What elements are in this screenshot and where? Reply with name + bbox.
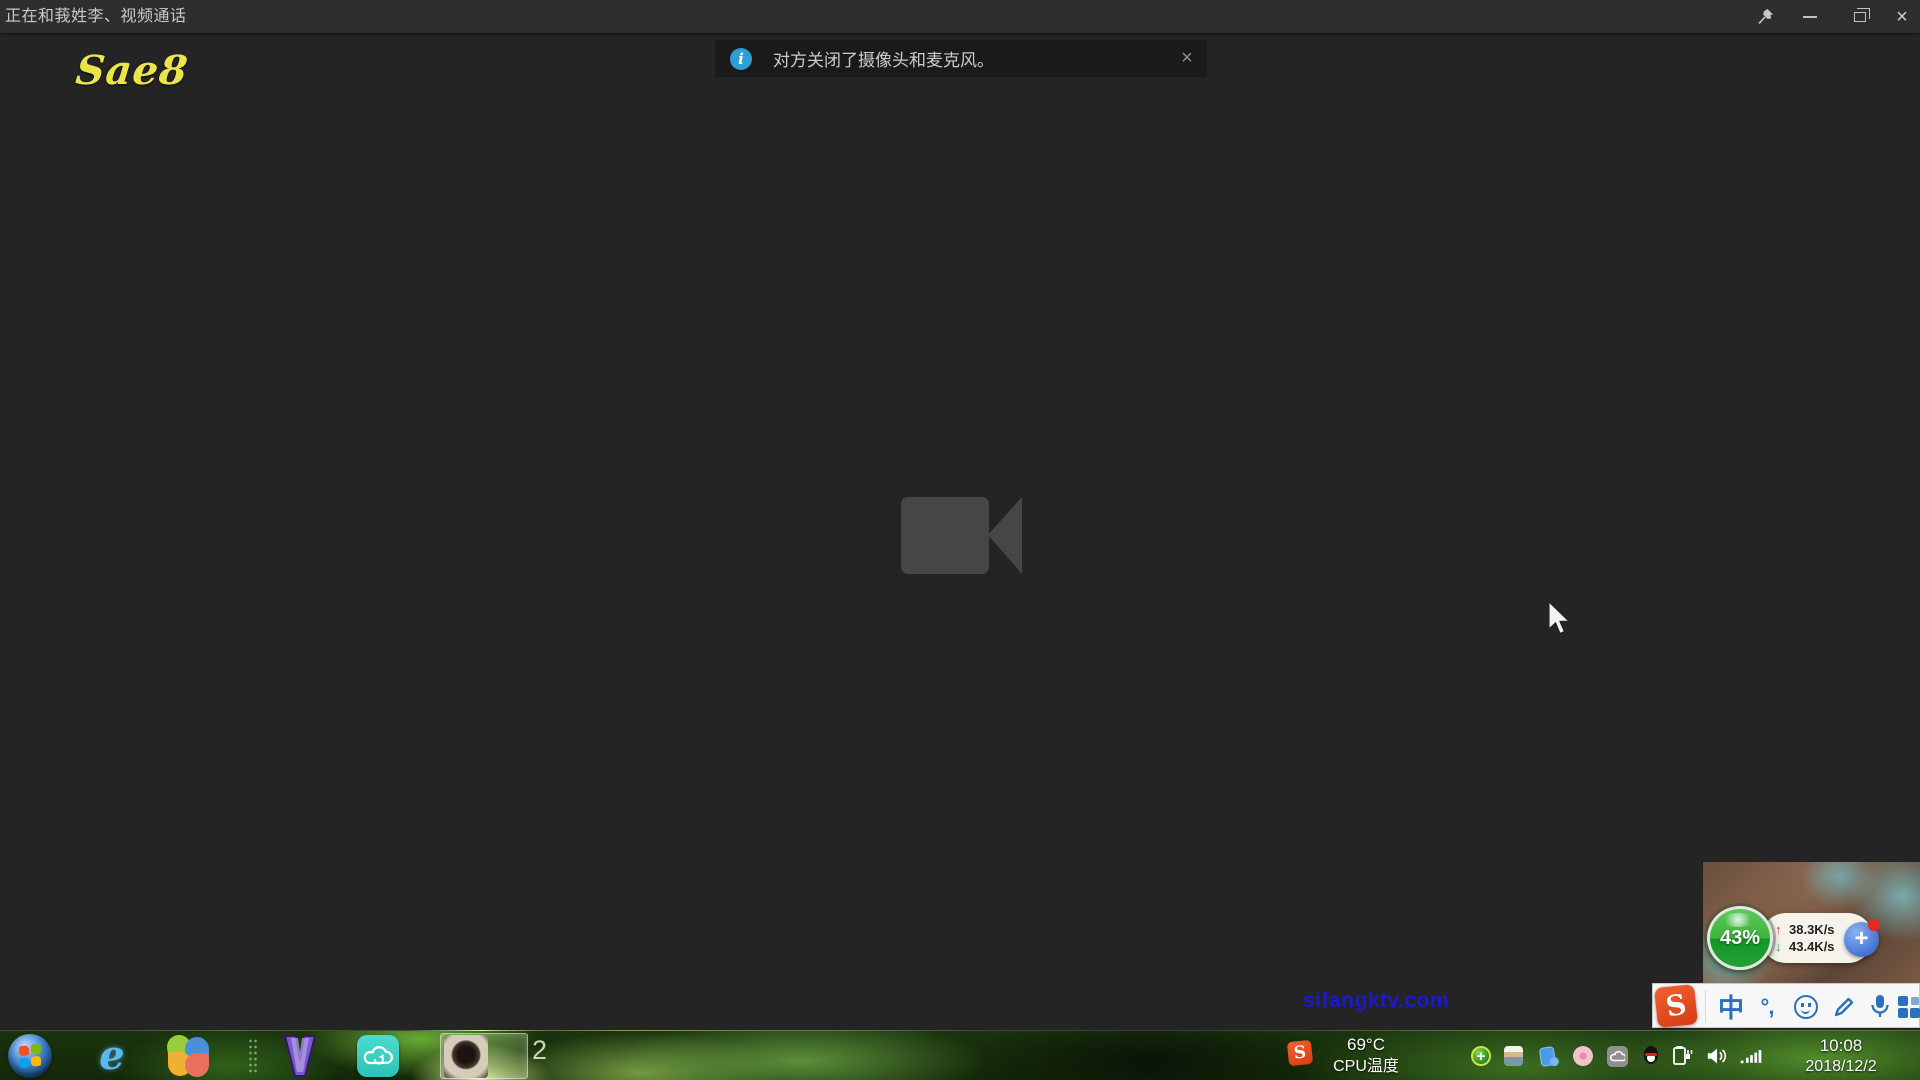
restore-button[interactable]	[1838, 0, 1882, 33]
taskbar-item-active-video-call[interactable]	[440, 1033, 528, 1079]
clock-time: 10:08	[1785, 1034, 1897, 1057]
notification-bar: i 对方关闭了摄像头和麦克风。 ×	[715, 40, 1207, 77]
ime-voice-button[interactable]	[1863, 984, 1897, 1029]
toolbox-grid-icon	[1898, 996, 1920, 1018]
tray-cloud-disk-icon[interactable]	[1606, 1045, 1628, 1067]
ime-emoji-button[interactable]	[1787, 984, 1825, 1029]
clock-date: 2018/12/2	[1785, 1057, 1897, 1077]
taskbar-item-cloud-sync[interactable]	[354, 1031, 402, 1080]
mouse-cursor	[1547, 600, 1574, 638]
minimize-icon	[1803, 16, 1817, 18]
pinwheel-media-icon	[167, 1035, 209, 1077]
tray-qq-icon[interactable]	[1640, 1045, 1662, 1067]
windows-taskbar: e 2	[0, 1030, 1920, 1080]
ime-punctuation-toggle[interactable]: °,	[1751, 984, 1783, 1029]
window-title: 正在和莪姓李、视频通话	[5, 0, 187, 33]
download-arrow-icon: ↓	[1775, 939, 1789, 954]
ime-language-toggle[interactable]: 中	[1713, 984, 1749, 1029]
tray-phone-manager-icon[interactable]	[1536, 1045, 1558, 1067]
notification-text: 对方关闭了摄像头和麦克风。	[773, 46, 1167, 71]
minimize-button[interactable]	[1788, 0, 1832, 33]
taskbar-item-purple-v-app[interactable]	[276, 1031, 324, 1080]
notification-dot	[1868, 919, 1880, 931]
sogou-logo-letter: S	[1664, 990, 1689, 1021]
tray-volume-icon[interactable]	[1706, 1045, 1728, 1067]
network-signal-icon	[1740, 1047, 1762, 1065]
tray-cpu-temperature[interactable]: 69°C CPU温度	[1318, 1033, 1414, 1077]
tray-sogou-icon[interactable]: S	[1287, 1040, 1313, 1066]
ime-handwriting-button[interactable]	[1825, 984, 1863, 1029]
taskbar-item-internet-explorer[interactable]: e	[88, 1031, 136, 1080]
memory-percent-value: 43%	[1720, 927, 1760, 950]
pencil-icon	[1832, 995, 1856, 1019]
sogou-ime-bar: S 中 °,	[1652, 983, 1920, 1028]
power-plug-icon	[1672, 1044, 1694, 1068]
tray-antivirus-icon[interactable]: +	[1470, 1045, 1492, 1067]
ime-toolbox-button[interactable]	[1897, 984, 1920, 1029]
pushpin-icon	[1757, 8, 1774, 25]
sogou-logo-icon[interactable]: S	[1654, 984, 1698, 1028]
antivirus-icon: +	[1471, 1046, 1491, 1066]
memory-percent-ball[interactable]: 43%	[1707, 906, 1773, 970]
cloud-sync-icon	[357, 1035, 399, 1077]
tray-driver-assistant-icon[interactable]	[1502, 1045, 1524, 1067]
cloud-disk-icon	[1607, 1046, 1628, 1067]
ime-divider	[1705, 990, 1706, 1023]
download-speed-value: 43.4K/s	[1789, 939, 1835, 954]
driver-assistant-icon	[1504, 1046, 1523, 1066]
close-button[interactable]: ×	[1884, 0, 1920, 33]
restore-icon	[1854, 12, 1866, 22]
volume-icon	[1706, 1046, 1728, 1066]
video-call-area: Sae8 i 对方关闭了摄像头和麦克风。 × sifangktv.com	[0, 33, 1920, 1030]
smiley-icon	[1794, 995, 1818, 1019]
taskbar-drag-handle	[248, 1038, 257, 1074]
pin-window-button[interactable]	[1743, 0, 1787, 33]
camera-lens	[988, 497, 1022, 574]
taskbar-clock[interactable]: 10:08 2018/12/2	[1785, 1034, 1897, 1077]
taskbar-item-media-pinwheel[interactable]	[164, 1031, 212, 1080]
tray-power-plug-icon[interactable]	[1672, 1045, 1694, 1067]
close-icon: ×	[1896, 7, 1908, 27]
microphone-icon	[1869, 994, 1891, 1020]
windows-flag-icon	[19, 1043, 41, 1068]
notification-close-icon[interactable]: ×	[1167, 47, 1207, 70]
start-button[interactable]	[8, 1034, 52, 1078]
plus-icon: +	[1854, 927, 1868, 951]
tray-flower-icon[interactable]	[1572, 1045, 1594, 1067]
upload-arrow-icon: ↑	[1775, 922, 1789, 937]
internet-explorer-icon: e	[99, 1036, 124, 1076]
camera-body	[901, 497, 989, 574]
tray-network-icon[interactable]	[1740, 1045, 1762, 1067]
qq-penguin-icon	[1643, 1046, 1659, 1066]
screen: 正在和莪姓李、视频通话 × Sae8 i 对方关闭了摄像头和麦克风。 ×	[0, 0, 1920, 1080]
video-call-thumbnail	[444, 1035, 488, 1078]
window-titlebar: 正在和莪姓李、视频通话 ×	[0, 0, 1920, 33]
phone-manager-icon	[1538, 1046, 1555, 1067]
cpu-temp-value: 69°C	[1318, 1033, 1414, 1056]
upload-speed-value: 38.3K/s	[1789, 922, 1835, 937]
cpu-temp-label: CPU温度	[1318, 1056, 1414, 1077]
flower-icon	[1573, 1046, 1593, 1066]
site-watermark: sifangktv.com	[1303, 989, 1449, 1013]
window-count-badge: 2	[532, 1035, 547, 1066]
sogou-tray-letter: S	[1293, 1042, 1307, 1063]
info-icon: i	[730, 48, 752, 70]
purple-v-icon	[281, 1034, 319, 1078]
app-logo: Sae8	[74, 47, 191, 94]
